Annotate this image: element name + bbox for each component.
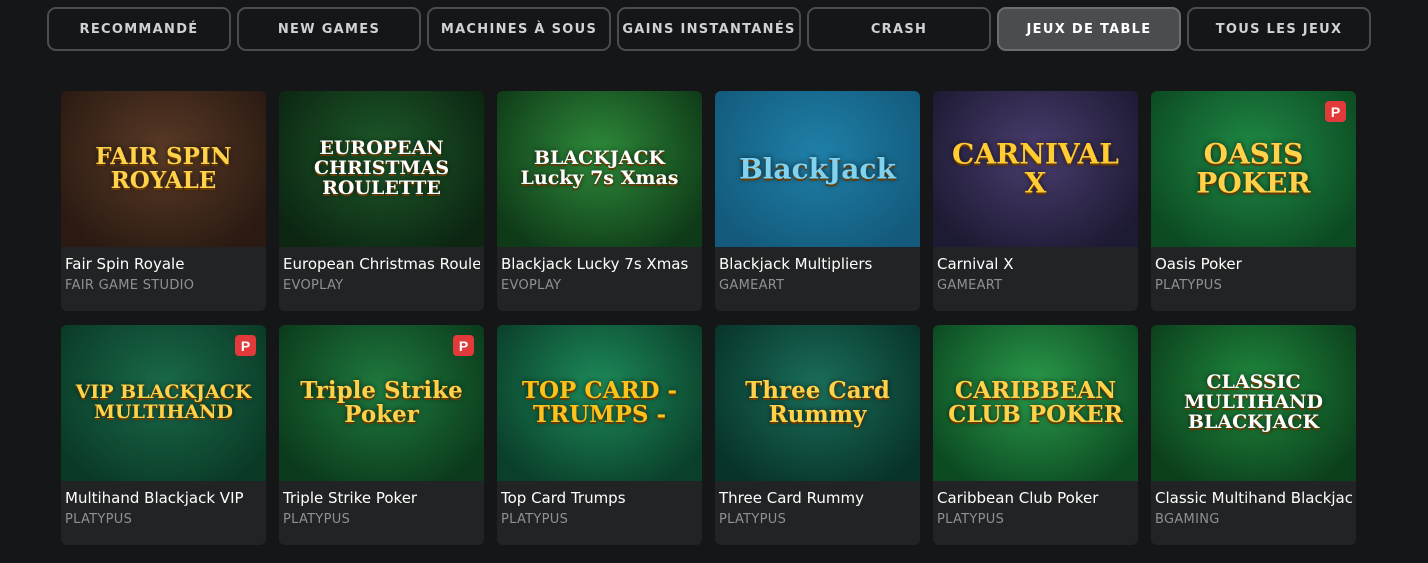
game-provider: EVOPLAY [283,278,344,293]
game-provider: GAMEART [937,278,1003,293]
game-thumbnail[interactable]: BlackJack [715,91,920,247]
game-logo: TOP CARD - TRUMPS - [521,376,678,428]
game-title[interactable]: Multihand Blackjack VIP [65,487,262,509]
game-info: Triple Strike Poker PLATYPUS [279,481,484,527]
game-thumbnail[interactable]: Triple Strike Poker P [279,325,484,481]
game-card[interactable]: CLASSIC MULTIHAND BLACKJACK Classic Multi… [1151,325,1356,545]
game-info: European Christmas Roulette EVOPLAY [279,247,484,293]
game-title[interactable]: Top Card Trumps [501,487,698,509]
game-thumbnail[interactable]: BLACKJACK Lucky 7s Xmas [497,91,702,247]
game-title[interactable]: European Christmas Roulette [283,253,480,275]
game-thumbnail[interactable]: CLASSIC MULTIHAND BLACKJACK [1151,325,1356,481]
game-logo: CLASSIC MULTIHAND BLACKJACK [1184,371,1323,433]
game-logo: FAIR SPIN ROYALE [95,142,232,194]
game-info: Top Card Trumps PLATYPUS [497,481,702,527]
game-logo: Three Card Rummy [745,376,890,428]
game-info: Caribbean Club Poker PLATYPUS [933,481,1138,527]
provider-badge: P [453,335,474,356]
provider-badge: P [235,335,256,356]
tab-4[interactable]: CRASH [807,7,991,51]
game-card[interactable]: BlackJack Blackjack Multipliers GAMEART [715,91,920,311]
game-thumbnail[interactable]: CARIBBEAN CLUB POKER [933,325,1138,481]
game-logo: BLACKJACK Lucky 7s Xmas [520,147,679,189]
game-logo: VIP BLACKJACK MULTIHAND [75,381,252,423]
game-provider: FAIR GAME STUDIO [65,278,195,293]
tab-1[interactable]: NEW GAMES [237,7,421,51]
game-title[interactable]: Three Card Rummy [719,487,916,509]
game-title[interactable]: Caribbean Club Poker [937,487,1134,509]
game-title[interactable]: Fair Spin Royale [65,253,262,275]
game-card[interactable]: EUROPEAN CHRISTMAS ROULETTE European Chri… [279,91,484,311]
game-thumbnail[interactable]: Three Card Rummy [715,325,920,481]
game-card[interactable]: OASIS POKER P Oasis Poker PLATYPUS [1151,91,1356,311]
game-provider: PLATYPUS [1155,278,1223,293]
game-info: Blackjack Lucky 7s Xmas EVOPLAY [497,247,702,293]
game-thumbnail[interactable]: CARNIVAL X [933,91,1138,247]
game-card[interactable]: Three Card Rummy Three Card Rummy PLATYPUS [715,325,920,545]
tab-3[interactable]: GAINS INSTANTANÉS [617,7,801,51]
game-logo: BlackJack [739,152,896,186]
game-grid: FAIR SPIN ROYALE Fair Spin Royale FAIR GAM… [61,91,1356,545]
game-info: Three Card Rummy PLATYPUS [715,481,920,527]
game-info: Blackjack Multipliers GAMEART [715,247,920,293]
game-provider: PLATYPUS [937,512,1005,527]
game-logo: CARNIVAL X [952,137,1119,200]
tab-6[interactable]: TOUS LES JEUX [1187,7,1371,51]
game-title[interactable]: Carnival X [937,253,1134,275]
game-thumbnail[interactable]: TOP CARD - TRUMPS - [497,325,702,481]
game-card[interactable]: FAIR SPIN ROYALE Fair Spin Royale FAIR GAM… [61,91,266,311]
game-card[interactable]: Triple Strike Poker P Triple Strike Poker P… [279,325,484,545]
game-thumbnail[interactable]: VIP BLACKJACK MULTIHAND P [61,325,266,481]
game-provider: EVOPLAY [501,278,562,293]
game-title[interactable]: Blackjack Multipliers [719,253,916,275]
game-logo: CARIBBEAN CLUB POKER [948,376,1123,428]
game-card[interactable]: CARIBBEAN CLUB POKER Caribbean Club Poker… [933,325,1138,545]
game-logo: Triple Strike Poker [300,376,463,428]
game-title[interactable]: Oasis Poker [1155,253,1352,275]
game-info: Carnival X GAMEART [933,247,1138,293]
game-card[interactable]: VIP BLACKJACK MULTIHAND P Multihand Blackj… [61,325,266,545]
game-card[interactable]: BLACKJACK Lucky 7s Xmas Blackjack Lucky 7… [497,91,702,311]
game-title[interactable]: Classic Multihand Blackjack [1155,487,1352,509]
game-thumbnail[interactable]: FAIR SPIN ROYALE [61,91,266,247]
tab-2[interactable]: MACHINES À SOUS [427,7,611,51]
game-logo: OASIS POKER [1196,137,1311,200]
game-provider: GAMEART [719,278,785,293]
game-provider: BGAMING [1155,512,1220,527]
game-info: Classic Multihand Blackjack BGAMING [1151,481,1356,527]
game-info: Fair Spin Royale FAIR GAME STUDIO [61,247,266,293]
tab-0[interactable]: RECOMMANDÉ [47,7,231,51]
game-provider: PLATYPUS [283,512,351,527]
game-thumbnail[interactable]: OASIS POKER P [1151,91,1356,247]
game-info: Multihand Blackjack VIP PLATYPUS [61,481,266,527]
game-thumbnail[interactable]: EUROPEAN CHRISTMAS ROULETTE [279,91,484,247]
game-provider: PLATYPUS [501,512,569,527]
category-tabs: RECOMMANDÉ NEW GAMES MACHINES À SOUS GAINS … [47,7,1371,51]
provider-badge: P [1325,101,1346,122]
game-logo: EUROPEAN CHRISTMAS ROULETTE [313,137,450,199]
game-title[interactable]: Triple Strike Poker [283,487,480,509]
game-provider: PLATYPUS [65,512,133,527]
tab-5[interactable]: JEUX DE TABLE [997,7,1181,51]
game-info: Oasis Poker PLATYPUS [1151,247,1356,293]
game-card[interactable]: CARNIVAL X Carnival X GAMEART [933,91,1138,311]
game-provider: PLATYPUS [719,512,787,527]
game-title[interactable]: Blackjack Lucky 7s Xmas [501,253,698,275]
game-card[interactable]: TOP CARD - TRUMPS - Top Card Trumps PLATYP… [497,325,702,545]
